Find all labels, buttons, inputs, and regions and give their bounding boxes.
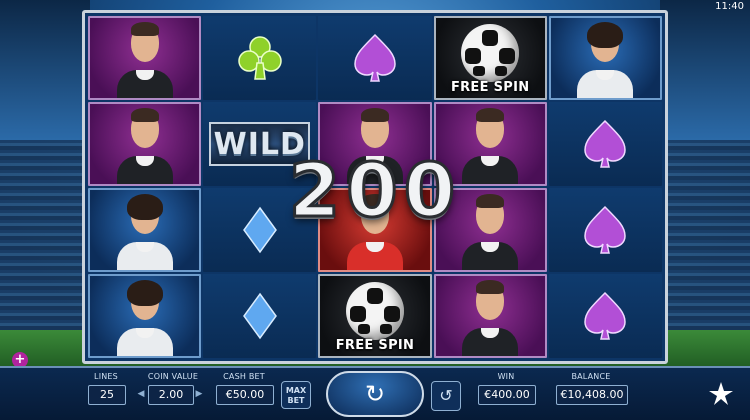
player-symbol (433, 274, 547, 358)
coin-value-value[interactable]: 2.00 (148, 385, 194, 405)
soccer-ball-icon (461, 24, 520, 83)
player-figure (114, 278, 176, 356)
player-figure (574, 20, 636, 98)
free-spin-symbol: FREE SPIN (433, 16, 547, 100)
max-bet-label-top: MAX (285, 386, 307, 395)
balance-label: BALANCE (571, 372, 611, 381)
spade-icon (584, 291, 627, 340)
max-bet-label-bottom: BET (287, 396, 305, 405)
autoplay-button[interactable]: ↺ (431, 381, 461, 411)
coin-value-increase-button[interactable]: ▶ (193, 385, 205, 403)
win-amount-overlay: 200 (287, 147, 462, 236)
lines-value[interactable]: 25 (88, 385, 126, 405)
win-label: WIN (497, 372, 515, 381)
coin-value-decrease-button[interactable]: ◀ (135, 385, 147, 403)
stadium-roof-right (660, 0, 750, 140)
club-symbol (203, 16, 317, 100)
player-figure (114, 20, 176, 98)
brand-logo-icon (709, 382, 733, 405)
stadium-roof-left (0, 0, 90, 140)
player-symbol (88, 274, 202, 358)
spade-icon (354, 33, 396, 82)
diamond-symbol (203, 274, 317, 358)
coin-value-label: COIN VALUE (147, 372, 199, 381)
player-symbol (88, 16, 202, 100)
lines-label: LINES (94, 372, 118, 381)
cash-bet-value[interactable]: €50.00 (216, 385, 274, 405)
control-bar: LINES 25 COIN VALUE ◀ 2.00 ▶ CASH BET €5… (0, 366, 750, 420)
spade-symbol (548, 274, 662, 358)
spin-button[interactable]: ↻ (326, 371, 424, 417)
balance-value: €10,408.00 (556, 385, 628, 405)
spade-symbol (318, 16, 432, 100)
free-spin-symbol: FREE SPIN (318, 274, 432, 358)
player-symbol (548, 16, 662, 100)
status-time: 11:40 (715, 1, 744, 12)
autoplay-icon: ↺ (439, 386, 453, 405)
refresh-icon: ↻ (364, 380, 386, 408)
max-bet-button[interactable]: MAX BET (281, 381, 311, 409)
player-figure (459, 278, 521, 356)
club-icon (238, 36, 282, 80)
free-spin-label: FREE SPIN (450, 80, 530, 95)
soccer-ball-icon (345, 282, 404, 341)
diamond-icon (242, 292, 277, 340)
cash-bet-label: CASH BET (223, 372, 265, 381)
win-value: €400.00 (478, 385, 536, 405)
free-spin-label: FREE SPIN (335, 338, 415, 353)
